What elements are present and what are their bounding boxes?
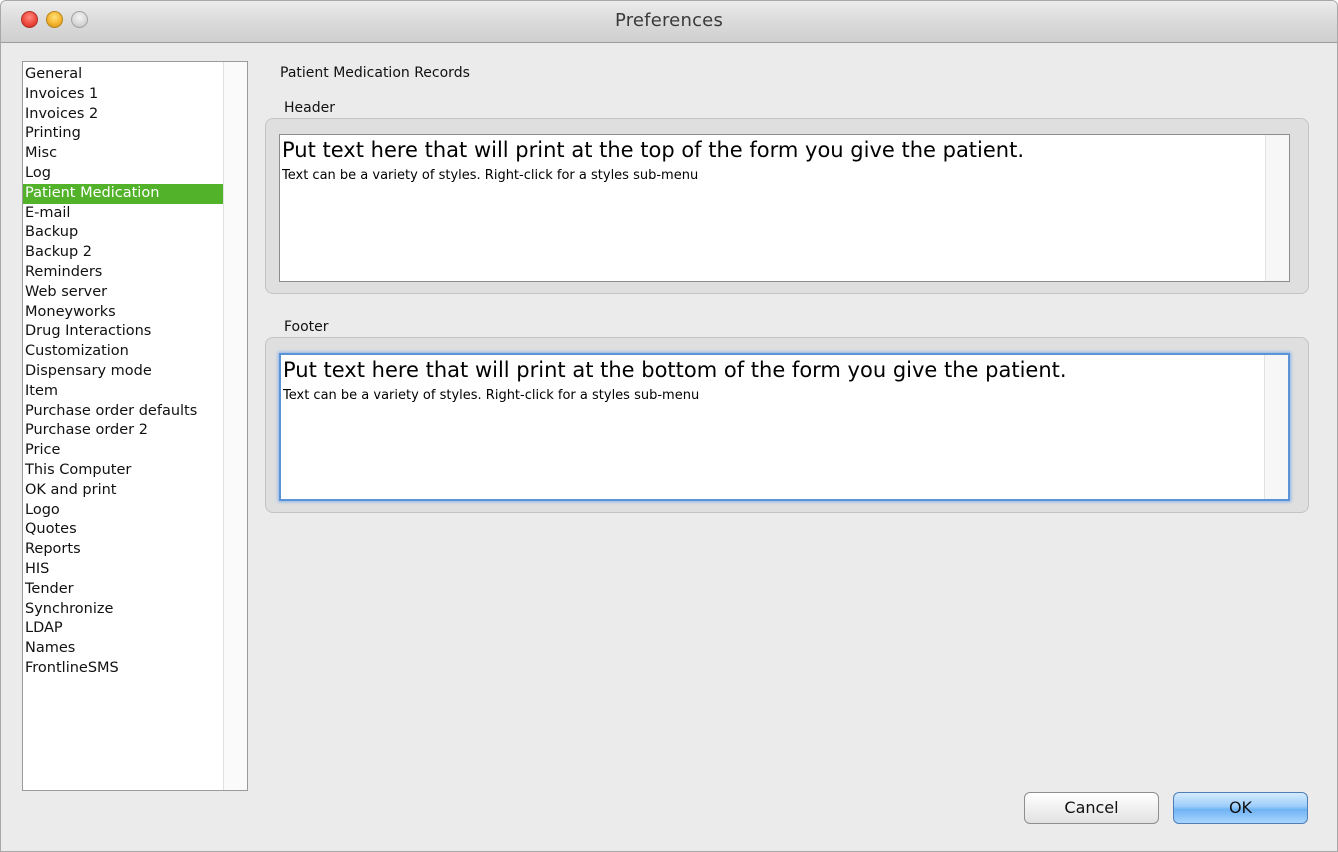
sidebar-item-reminders[interactable]: Reminders <box>23 263 223 283</box>
sidebar-item-synchronize[interactable]: Synchronize <box>23 600 223 620</box>
title-bar[interactable]: Preferences <box>1 1 1337 43</box>
sidebar-item-ldap[interactable]: LDAP <box>23 619 223 639</box>
header-text-line-1: Put text here that will print at the top… <box>282 138 1025 162</box>
sidebar-item-purchase-order-defaults[interactable]: Purchase order defaults <box>23 402 223 422</box>
sidebar-item-this-computer[interactable]: This Computer <box>23 461 223 481</box>
cancel-button[interactable]: Cancel <box>1024 792 1159 824</box>
sidebar-item-web-server[interactable]: Web server <box>23 283 223 303</box>
sidebar-item-frontlinesms[interactable]: FrontlineSMS <box>23 659 223 679</box>
category-list-items: General Invoices 1 Invoices 2 Printing Misc L… <box>23 65 223 679</box>
header-text-editor[interactable]: Put text here that will print at the top… <box>279 134 1290 282</box>
footer-label: Footer <box>284 319 329 335</box>
sidebar-item-log[interactable]: Log <box>23 164 223 184</box>
sidebar-item-quotes[interactable]: Quotes <box>23 520 223 540</box>
sidebar-item-invoices-1[interactable]: Invoices 1 <box>23 85 223 105</box>
header-group-box: Put text here that will print at the top… <box>265 118 1309 294</box>
preferences-category-list[interactable]: General Invoices 1 Invoices 2 Printing Misc L… <box>22 61 248 791</box>
sidebar-item-invoices-2[interactable]: Invoices 2 <box>23 105 223 125</box>
sidebar-item-customization[interactable]: Customization <box>23 342 223 362</box>
sidebar-item-general[interactable]: General <box>23 65 223 85</box>
sidebar-item-drug-interactions[interactable]: Drug Interactions <box>23 322 223 342</box>
footer-group-box: Put text here that will print at the bot… <box>265 337 1309 513</box>
footer-editor-scrollbar[interactable] <box>1264 355 1288 499</box>
sidebar-item-price[interactable]: Price <box>23 441 223 461</box>
sidebar-item-item[interactable]: Item <box>23 382 223 402</box>
footer-text-line-2: Text can be a variety of styles. Right-c… <box>283 388 700 403</box>
sidebar-item-e-mail[interactable]: E-mail <box>23 204 223 224</box>
category-list-scrollbar[interactable] <box>223 62 247 790</box>
sidebar-item-backup-2[interactable]: Backup 2 <box>23 243 223 263</box>
footer-text-line-1: Put text here that will print at the bot… <box>283 358 1067 382</box>
ok-button[interactable]: OK <box>1173 792 1308 824</box>
header-text-line-2: Text can be a variety of styles. Right-c… <box>282 168 699 183</box>
sidebar-item-tender[interactable]: Tender <box>23 580 223 600</box>
sidebar-item-names[interactable]: Names <box>23 639 223 659</box>
sidebar-item-patient-medication[interactable]: Patient Medication <box>23 183 223 204</box>
sidebar-item-logo[interactable]: Logo <box>23 501 223 521</box>
sidebar-item-misc[interactable]: Misc <box>23 144 223 164</box>
header-editor-scrollbar[interactable] <box>1265 135 1289 281</box>
header-label: Header <box>284 100 335 116</box>
sidebar-item-purchase-order-2[interactable]: Purchase order 2 <box>23 421 223 441</box>
window-title: Preferences <box>614 10 724 31</box>
sidebar-item-his[interactable]: HIS <box>23 560 223 580</box>
footer-text-editor[interactable]: Put text here that will print at the bot… <box>279 353 1290 501</box>
sidebar-item-reports[interactable]: Reports <box>23 540 223 560</box>
sidebar-item-backup[interactable]: Backup <box>23 223 223 243</box>
sidebar-item-ok-and-print[interactable]: OK and print <box>23 481 223 501</box>
sidebar-item-moneyworks[interactable]: Moneyworks <box>23 303 223 323</box>
sidebar-item-printing[interactable]: Printing <box>23 124 223 144</box>
sidebar-item-dispensary-mode[interactable]: Dispensary mode <box>23 362 223 382</box>
preferences-window: Preferences General Invoices 1 Invoices 2P… <box>0 0 1338 852</box>
section-title: Patient Medication Records <box>280 65 470 81</box>
